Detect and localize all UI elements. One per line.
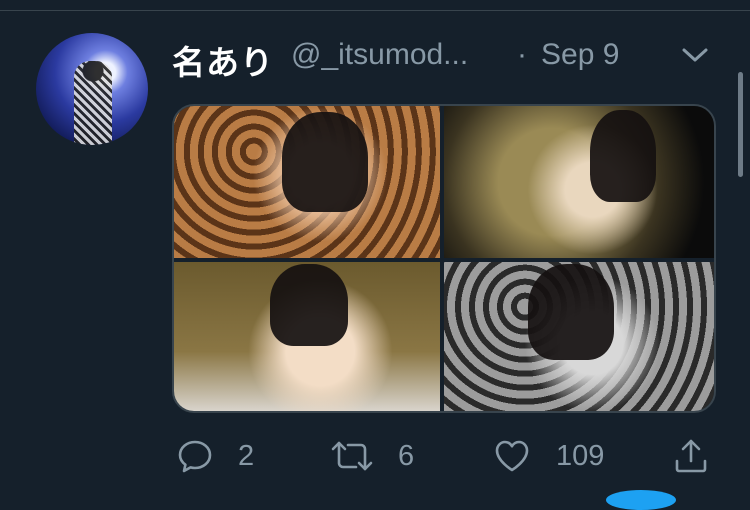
separator-dot: ·	[517, 38, 527, 71]
heart-icon	[492, 437, 532, 475]
media-grid[interactable]	[172, 104, 716, 413]
compose-button-edge[interactable]	[606, 490, 676, 510]
tweet-date[interactable]: Sep 9	[541, 38, 619, 72]
retweet-icon	[330, 437, 374, 475]
photo-3[interactable]	[174, 262, 440, 411]
photo-2-hair	[590, 110, 656, 202]
user-handle[interactable]: @_itsumod...	[291, 38, 468, 72]
top-divider	[0, 0, 750, 11]
photo-1-hair	[282, 112, 368, 212]
photo-2[interactable]	[444, 106, 714, 258]
reply-count: 2	[238, 439, 255, 472]
chevron-down-icon[interactable]	[680, 42, 710, 68]
avatar-figure	[74, 61, 112, 145]
display-name[interactable]: 名あり	[172, 36, 274, 84]
like-button[interactable]: 109	[492, 436, 604, 476]
retweet-count: 6	[398, 439, 415, 472]
avatar[interactable]	[36, 33, 148, 145]
photo-4[interactable]	[444, 262, 714, 411]
photo-4-hair	[528, 264, 614, 360]
share-button[interactable]	[672, 436, 710, 476]
like-count: 109	[556, 439, 605, 472]
reply-button[interactable]: 2	[176, 436, 254, 476]
retweet-button[interactable]: 6	[330, 436, 414, 476]
photo-1[interactable]	[174, 106, 440, 258]
share-icon	[672, 437, 710, 475]
reply-icon	[176, 437, 214, 475]
photo-3-hair	[270, 264, 348, 346]
scrollbar[interactable]	[738, 72, 743, 177]
